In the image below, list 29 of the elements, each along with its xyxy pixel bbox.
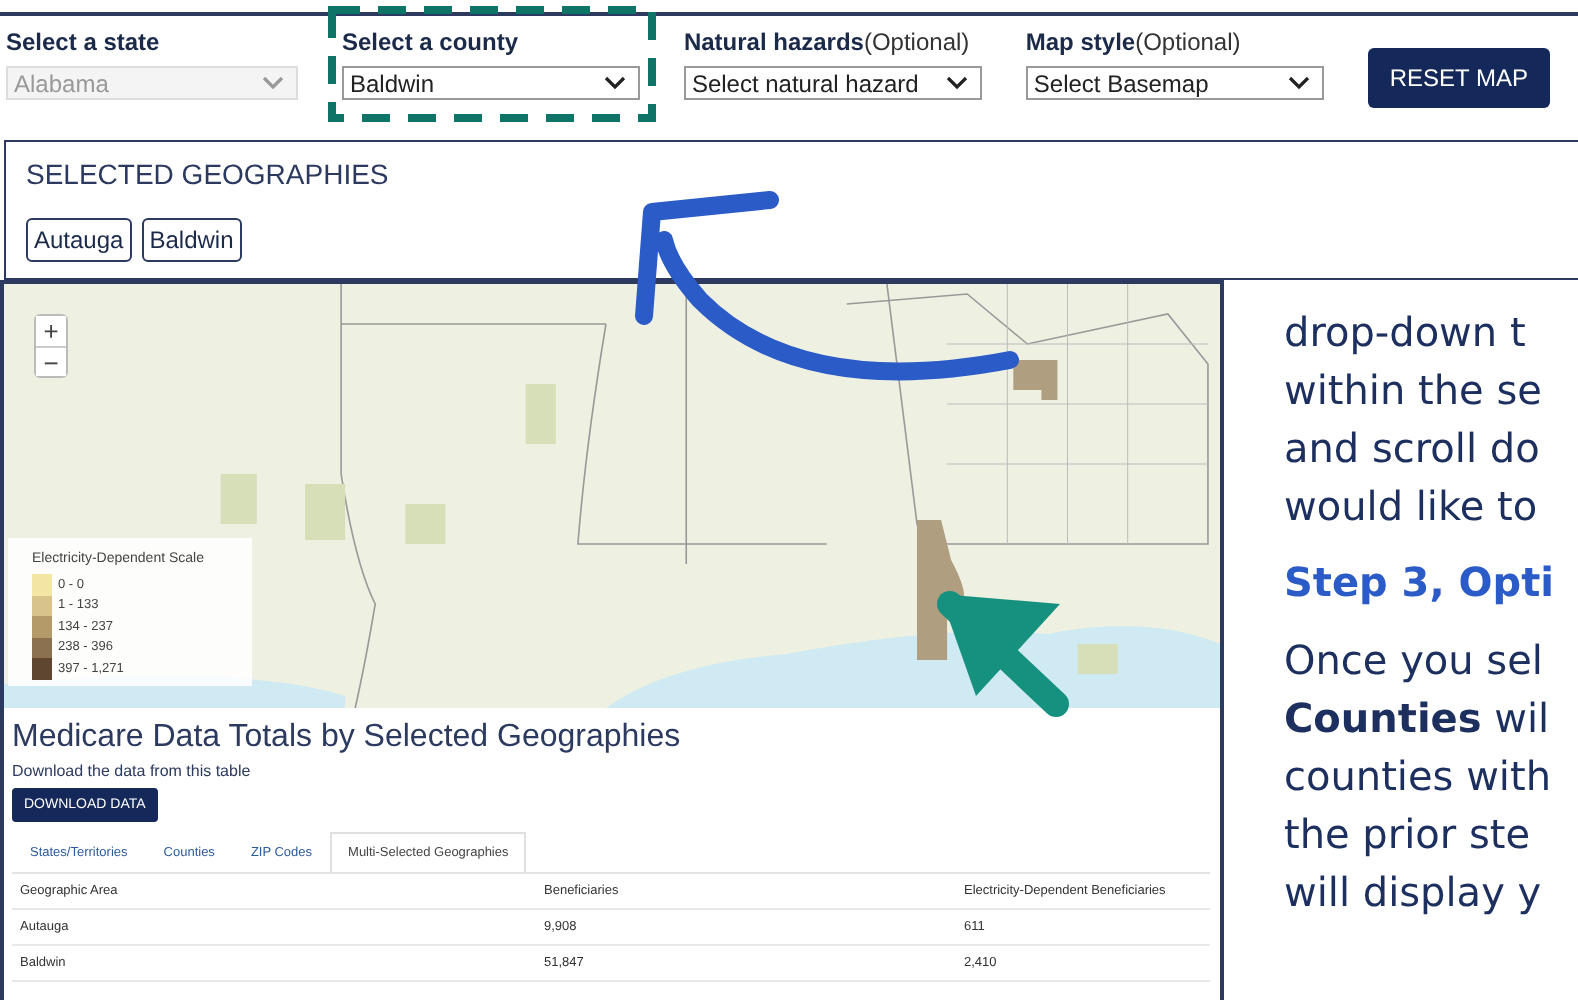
section-subtitle: Download the data from this table — [12, 762, 253, 780]
dropdown-field[interactable]: Select natural hazard — [683, 66, 982, 100]
geography-chip[interactable]: Baldwin — [141, 218, 242, 262]
filter-label: Select a county — [341, 28, 521, 56]
instruction-text: and scroll do — [1284, 422, 1542, 476]
instruction-text: Counties wil — [1284, 692, 1552, 746]
dropdown-field[interactable]: Baldwin — [341, 66, 640, 100]
instruction-text: within the se — [1284, 364, 1544, 418]
chevron-down-icon — [603, 76, 626, 90]
instruction-text: the prior ste — [1284, 808, 1533, 862]
chevron-down-icon — [261, 76, 284, 90]
filter-label: Select a state — [6, 28, 162, 56]
section-title: Medicare Data Totals by Selected Geographies — [12, 720, 683, 756]
panel-title: SELECTED GEOGRAPHIES — [26, 158, 391, 190]
instruction-text: drop-down t — [1284, 306, 1528, 360]
chevron-down-icon — [1287, 76, 1310, 90]
step-heading: Step 3, Opti — [1284, 556, 1555, 608]
zoom-out-button[interactable]: − — [36, 346, 66, 376]
instruction-text: will display y — [1284, 866, 1544, 920]
geography-chip[interactable]: Autauga — [26, 218, 132, 262]
instruction-text: Once you sel — [1284, 634, 1545, 688]
dropdown-field[interactable]: Select Basemap — [1025, 66, 1324, 100]
pointer-arrow — [937, 591, 1069, 717]
instruction-text: counties with — [1284, 750, 1553, 804]
chevron-down-icon — [945, 76, 968, 90]
reset-map-button[interactable]: RESET MAP — [1367, 48, 1550, 108]
instruction-text: would like to — [1284, 480, 1540, 534]
filter-label: Map style(Optional) — [1025, 28, 1243, 56]
filter-label: Natural hazards(Optional) — [683, 28, 972, 56]
